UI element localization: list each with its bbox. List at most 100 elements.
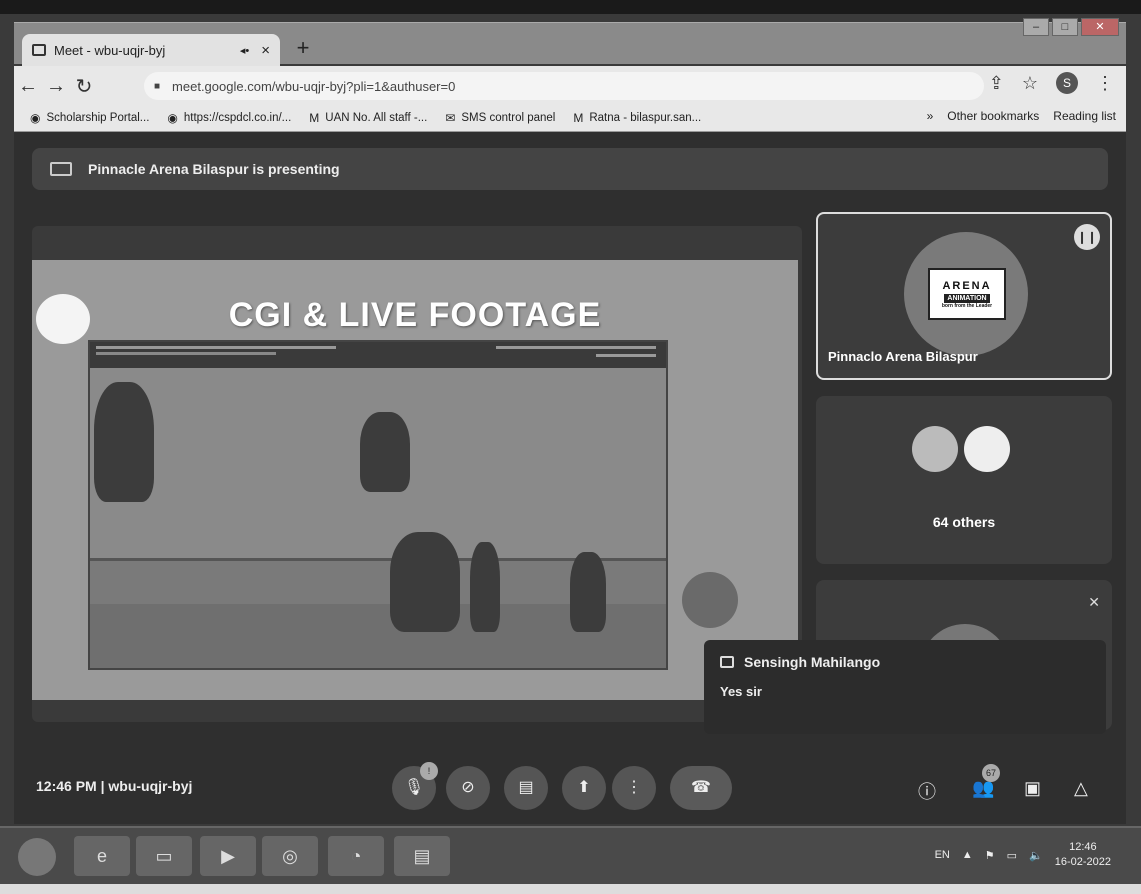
close-window-icon[interactable]: ✕	[1081, 18, 1119, 36]
mic-warning-badge: !	[420, 762, 438, 780]
video-header-bar	[90, 342, 666, 368]
language-indicator[interactable]: EN	[935, 849, 950, 861]
bookmark-label: Scholarship Portal...	[46, 111, 150, 124]
video-figure	[390, 532, 460, 632]
minimize-icon[interactable]: ‒	[1023, 18, 1049, 36]
shared-slide: CGI & LIVE FOOTAGE	[32, 260, 798, 700]
presenting-banner: Pinnacle Arena Bilaspur is presenting	[32, 148, 1108, 190]
maximize-icon[interactable]: □	[1052, 18, 1078, 36]
bookmark-label: UAN No. All staff -...	[325, 111, 428, 124]
participant-avatar	[964, 426, 1010, 472]
media-taskbar-icon[interactable]: ▶	[200, 836, 256, 876]
system-tray: EN ▲ ⚑ ▭ 🔈 12:46 16-02-2022	[935, 840, 1111, 870]
ie-taskbar-icon[interactable]: e	[74, 836, 130, 876]
mail-icon: ✉	[445, 110, 456, 125]
reload-icon[interactable]: ↻	[70, 74, 98, 99]
bookmark-item[interactable]: ◉ Scholarship Portal...	[30, 111, 149, 125]
globe-graphic	[682, 572, 738, 628]
bookmarks-bar: ◉ Scholarship Portal... ◉ https://cspdcl.c…	[14, 104, 1126, 132]
more-options-button[interactable]: ⋮	[612, 766, 656, 810]
info-icon[interactable]: ⓘ	[918, 778, 936, 804]
logo-text: ARENA	[942, 279, 992, 292]
chrome-taskbar-icon[interactable]: ◎	[262, 836, 318, 876]
back-arrow-icon[interactable]: ←	[14, 75, 42, 98]
meet-controls-bar: 12:46 PM | wbu-uqjr-byj 🎙 ! ⊘ ▤ ⬆ ⋮ ☎ ⓘ …	[14, 752, 1126, 824]
tray-time: 12:46	[1069, 841, 1097, 853]
presenting-text: Pinnacle Arena Bilaspur is presenting	[88, 161, 340, 177]
others-tile[interactable]: 64 others	[816, 396, 1112, 564]
notes-taskbar-icon[interactable]: ▤	[394, 836, 450, 876]
url-bar[interactable]: ■ meet.google.com/wbu-uqjr-byj?pli=1&aut…	[144, 72, 984, 100]
tab-title: Meet - wbu-uqjr-byj	[54, 42, 166, 58]
top-strip	[0, 0, 1141, 14]
slide-title: CGI & LIVE FOOTAGE	[228, 296, 602, 334]
captions-button[interactable]: ▤	[504, 766, 548, 810]
chat-icon	[720, 656, 734, 668]
tray-arrow-icon[interactable]: ▲	[962, 849, 973, 861]
video-figure	[360, 412, 410, 492]
others-count: 64 others	[932, 514, 996, 530]
present-screen-icon	[50, 162, 72, 176]
camera-off-button[interactable]: ⊘	[446, 766, 490, 810]
globe-icon: ◉	[30, 110, 41, 125]
address-bar-row: ← → ↻ ■ meet.google.com/wbu-uqjr-byj?pli…	[14, 66, 1126, 106]
kebab-menu-icon[interactable]: ⋮	[1096, 73, 1114, 94]
share-icon[interactable]: ⇪	[989, 73, 1004, 94]
star-icon[interactable]: ☆	[1022, 73, 1038, 94]
tray-clock[interactable]: 12:46 16-02-2022	[1055, 840, 1111, 870]
start-button[interactable]	[18, 838, 56, 876]
meeting-info: 12:46 PM | wbu-uqjr-byj	[36, 778, 193, 794]
meet-favicon-icon	[32, 44, 46, 56]
logo-sub: ANIMATION	[944, 293, 990, 303]
bookmark-item[interactable]: M Ratna - bilaspur.san...	[573, 111, 701, 125]
url-text: meet.google.com/wbu-uqjr-byj?pli=1&authu…	[172, 78, 456, 94]
bookmark-label: SMS control panel	[461, 111, 556, 124]
flag-icon[interactable]: ⚑	[985, 849, 995, 862]
video-figure	[94, 382, 154, 502]
presenter-avatar: ARENA ANIMATION born from the Leader	[904, 232, 1028, 356]
gmail-icon: M	[309, 110, 320, 125]
gmail-icon: M	[573, 110, 584, 125]
explorer-taskbar-icon[interactable]: ▭	[136, 836, 192, 876]
other-bookmarks-button[interactable]: Other bookmarks	[947, 109, 1039, 123]
window-controls: ‒ □ ✕	[1023, 18, 1119, 36]
globe-icon: ◉	[167, 110, 178, 125]
chat-message: Yes sir	[720, 684, 762, 699]
reading-list-button[interactable]: Reading list	[1053, 109, 1116, 123]
browser-tab[interactable]: Meet - wbu-uqjr-byj ◂• ×	[22, 34, 280, 66]
presenter-tile[interactable]: ARENA ANIMATION born from the Leader ❙❙ …	[816, 212, 1112, 380]
lock-icon: ■	[154, 80, 161, 92]
nav-icons: ⇪ ☆ S ⋮	[989, 72, 1114, 94]
participant-count-badge: 67	[982, 764, 1000, 782]
volume-icon[interactable]: 🔈	[1029, 849, 1043, 862]
recording-icon: ◂•	[239, 44, 250, 57]
windows-taskbar: e ▭ ▶ ◎ ◔ ▤ EN ▲ ⚑ ▭ 🔈 12:46 16-02-2022	[0, 826, 1141, 884]
video-figure	[470, 542, 500, 632]
bottom-strip	[0, 884, 1141, 894]
slide-video	[88, 340, 668, 670]
new-tab-button[interactable]: +	[288, 36, 318, 60]
profile-avatar[interactable]: S	[1056, 72, 1078, 94]
activities-icon[interactable]: △	[1074, 778, 1088, 799]
bookmark-label: Ratna - bilaspur.san...	[589, 111, 702, 124]
chat-icon[interactable]: ▣	[1024, 778, 1041, 799]
screen: Meet - wbu-uqjr-byj ◂• × + ‒ □ ✕ ← → ↻ ■…	[0, 0, 1141, 894]
present-button[interactable]: ⬆	[562, 766, 606, 810]
speaking-indicator-icon: ❙❙	[1074, 224, 1100, 250]
bookmark-item[interactable]: ◉ https://cspdcl.co.in/...	[167, 111, 291, 125]
participant-avatar	[912, 426, 958, 472]
leave-call-button[interactable]: ☎	[670, 766, 732, 810]
presenter-name: Pinnaclo Arena Bilaspur	[828, 349, 978, 364]
tray-date: 16-02-2022	[1054, 856, 1111, 868]
meet-area: Pinnacle Arena Bilaspur is presenting CG…	[14, 132, 1126, 824]
chat-toast[interactable]: Sensingh Mahilango Yes sir	[704, 640, 1106, 734]
tab-close-icon[interactable]: ×	[261, 42, 270, 59]
app-taskbar-icon[interactable]: ◔	[328, 836, 384, 876]
network-icon[interactable]: ▭	[1007, 849, 1017, 862]
logo-tag: born from the Leader	[941, 302, 993, 309]
bookmark-item[interactable]: ✉ SMS control panel	[445, 111, 555, 125]
arena-logo: ARENA ANIMATION born from the Leader	[928, 268, 1006, 320]
bookmark-item[interactable]: M UAN No. All staff -...	[309, 111, 427, 125]
bookmarks-overflow-button[interactable]: »	[927, 109, 934, 123]
forward-arrow-icon[interactable]: →	[42, 75, 70, 98]
